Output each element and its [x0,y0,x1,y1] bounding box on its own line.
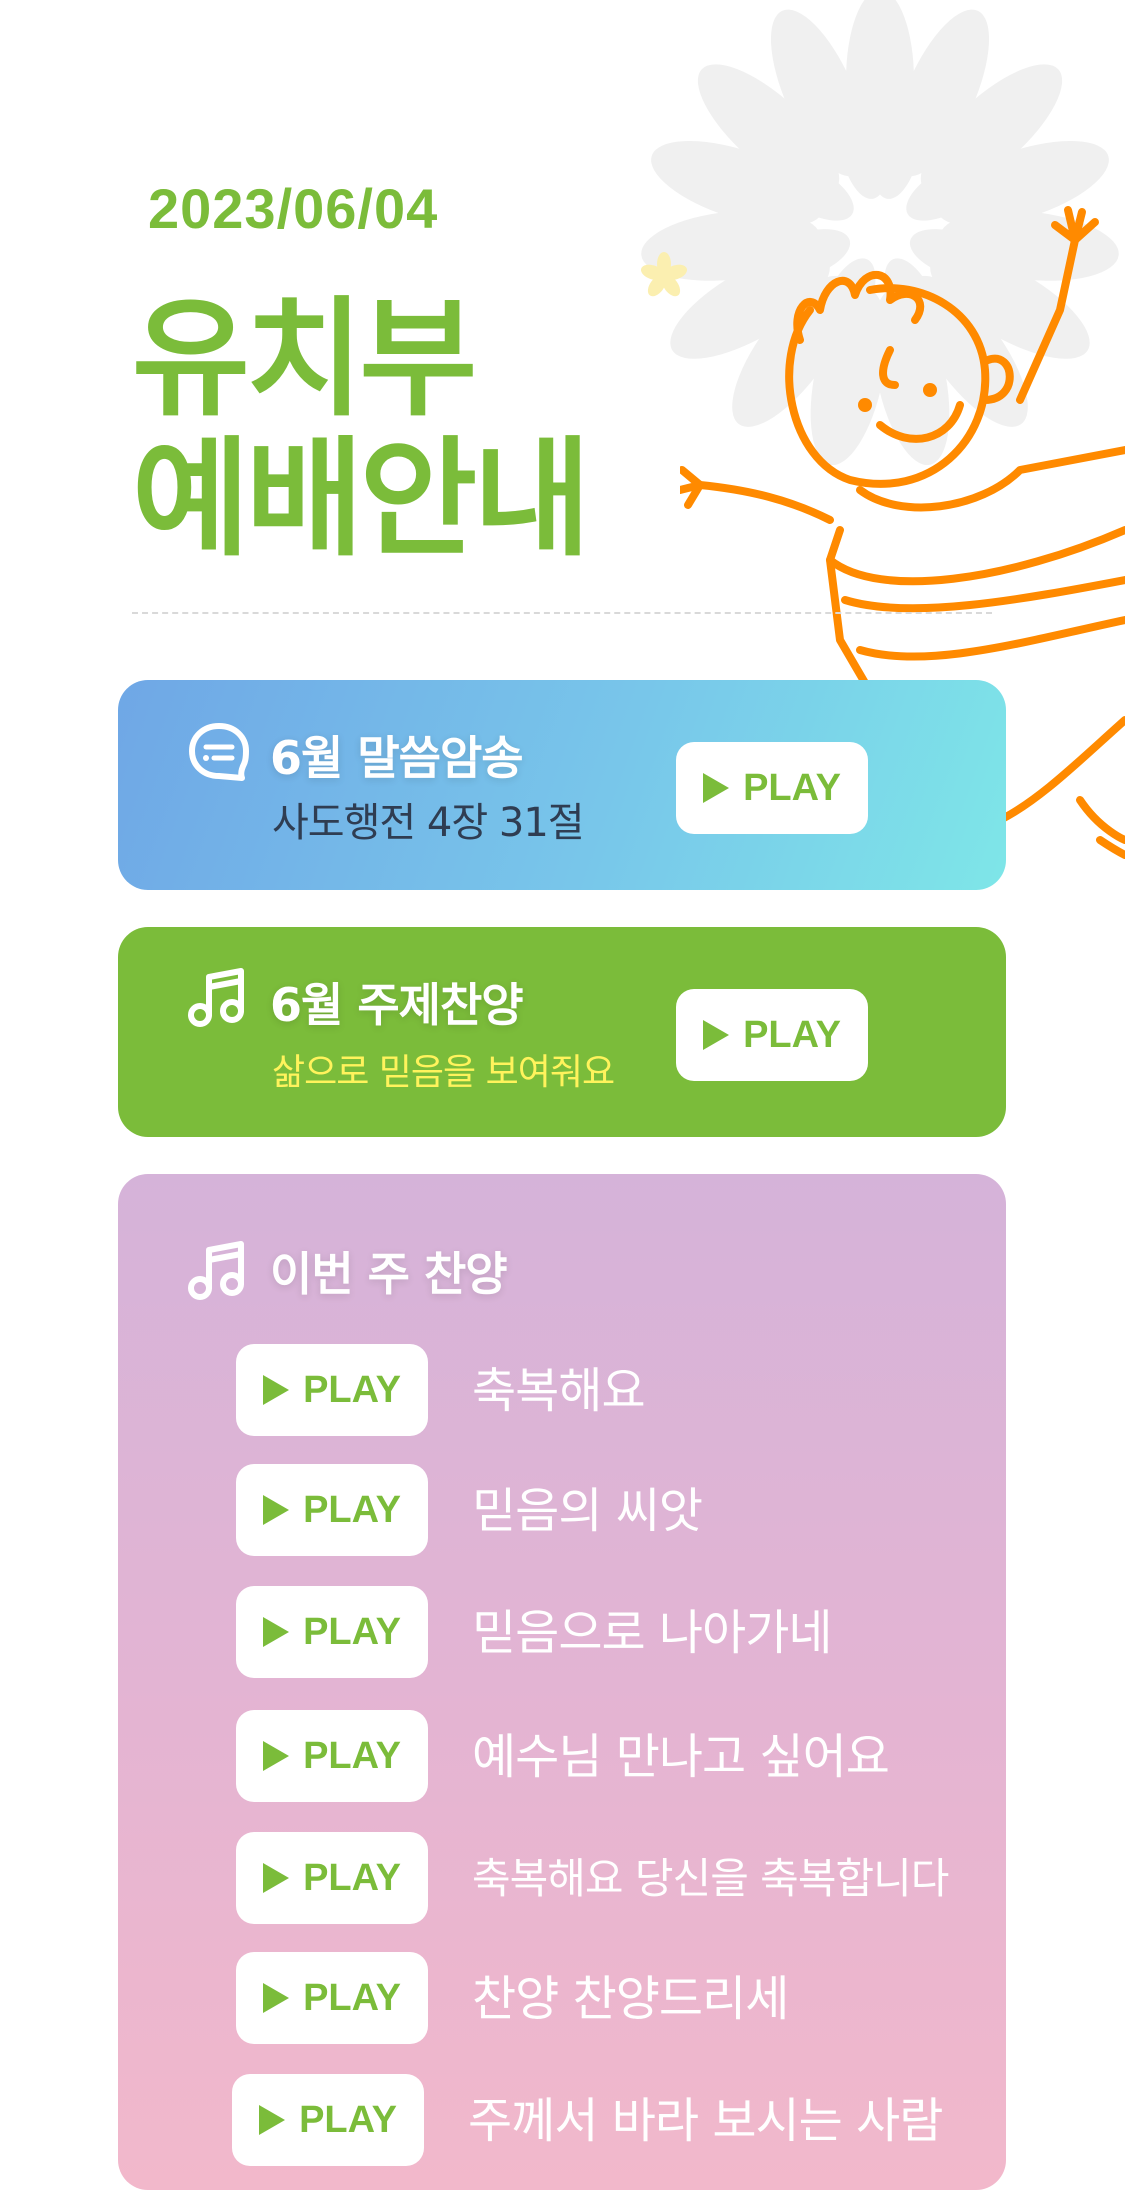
memory-verse-card: 6월 말씀암송 사도행전 4장 31절 PLAY [118,680,1006,890]
memory-verse-play-button[interactable]: PLAY [676,742,868,834]
song-play-button[interactable]: PLAY [236,1344,428,1436]
music-note-icon [188,1241,244,1300]
song-row: PLAY 믿음의 씨앗 [236,1464,996,1558]
theme-song-title: 6월 주제찬양 [270,978,524,1032]
memory-verse-reference: 사도행전 4장 31절 [272,800,585,846]
play-icon [703,773,730,803]
theme-song-card: 6월 주제찬양 삶으로 믿음을 보여줘요 PLAY [118,927,1006,1137]
song-title: 예수님 만나고 싶어요 [472,1729,890,1785]
play-label: PLAY [743,766,841,809]
song-title: 믿음으로 나아가네 [472,1605,833,1661]
play-label: PLAY [303,1856,401,1899]
play-label: PLAY [303,1488,401,1531]
song-title: 주께서 바라 보시는 사람 [468,2093,943,2149]
play-icon [263,1617,290,1647]
play-icon [259,2105,286,2135]
play-label: PLAY [303,1368,401,1411]
song-play-button[interactable]: PLAY [236,1464,428,1556]
music-note-icon [188,968,244,1027]
song-play-button[interactable]: PLAY [232,2074,424,2166]
song-row: PLAY 축복해요 당신을 축복합니다 [236,1832,996,1926]
play-icon [263,1741,290,1771]
song-row: PLAY 믿음으로 나아가네 [236,1586,996,1680]
weekly-songs-card: 이번 주 찬양 PLAY 축복해요 PLAY 믿음의 씨앗 PLAY 믿음으로 … [118,1174,1006,2190]
song-title: 축복해요 당신을 축복합니다 [472,1854,949,1903]
play-icon [263,1495,290,1525]
song-play-button[interactable]: PLAY [236,1952,428,2044]
song-play-button[interactable]: PLAY [236,1832,428,1924]
page-title-line1: 유치부 [132,285,477,434]
play-label: PLAY [299,2098,397,2141]
chat-bubble-icon [189,723,249,781]
play-icon [263,1375,290,1405]
play-label: PLAY [303,1734,401,1777]
dashed-divider [132,612,992,614]
play-icon [263,1983,290,2013]
play-icon [703,1020,730,1050]
song-row: PLAY 예수님 만나고 싶어요 [236,1710,996,1804]
page-title-line2: 예배안내 [132,425,591,574]
song-row: PLAY 주께서 바라 보시는 사람 [232,2074,992,2168]
play-label: PLAY [303,1976,401,2019]
song-row: PLAY 찬양 찬양드리세 [236,1952,996,2046]
play-icon [263,1863,290,1893]
song-title: 축복해요 [472,1363,646,1419]
memory-verse-title: 6월 말씀암송 [270,731,524,785]
page-title: 유치부 예배안내 [132,285,591,574]
play-label: PLAY [743,1013,841,1056]
play-label: PLAY [303,1610,401,1653]
theme-song-name: 삶으로 믿음을 보여줘요 [272,1052,615,1093]
song-title: 믿음의 씨앗 [472,1483,703,1539]
song-row: PLAY 축복해요 [236,1344,996,1438]
song-title: 찬양 찬양드리세 [472,1971,789,2027]
service-date: 2023/06/04 [148,177,439,240]
weekly-songs-title: 이번 주 찬양 [270,1247,508,1301]
song-play-button[interactable]: PLAY [236,1710,428,1802]
song-play-button[interactable]: PLAY [236,1586,428,1678]
theme-song-play-button[interactable]: PLAY [676,989,868,1081]
